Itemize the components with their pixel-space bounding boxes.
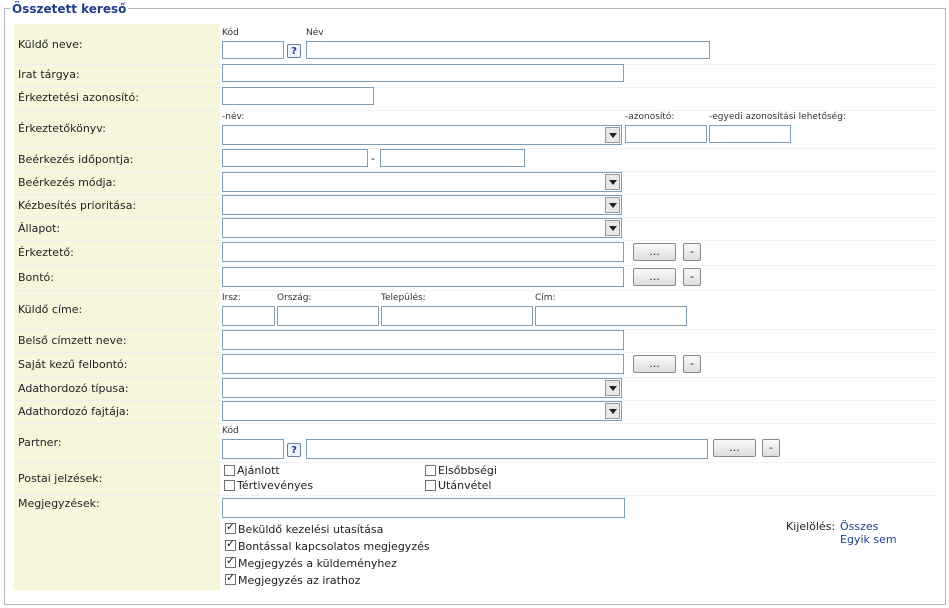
erkeztetokonyv-select[interactable] [222,125,622,145]
label-konyv-azonosito: -azonosító: [625,112,675,122]
chevron-down-icon[interactable] [605,380,620,396]
beerkezes-tol-input[interactable] [222,149,368,167]
utanvetel-checkbox[interactable] [425,480,436,491]
row-divider [14,290,935,291]
felbonto-clear-button[interactable]: - [683,355,701,373]
label-erkezteto: Érkeztető: [18,246,74,259]
sajat-kezu-felbonto-input[interactable] [222,354,624,374]
select-all-link[interactable]: Összes [840,520,878,533]
kuldo-nev-input[interactable] [306,41,710,59]
label-erkeztetesi-azonosito: Érkeztetési azonosító: [18,91,139,104]
bekuldo-checkbox[interactable] [225,520,236,534]
label-konyv-egyedi: -egyedi azonosítási lehetőség: [709,112,846,122]
label-partner-kod: Kód [222,426,239,436]
selection-label: Kijelölés: [786,520,836,533]
kuldo-help-button[interactable]: ? [287,44,301,58]
irathoz-label: Megjegyzés az irathoz [238,574,361,587]
chevron-down-icon[interactable] [605,174,620,190]
erkezteto-input[interactable] [222,242,624,262]
label-irsz: Irsz: [222,293,241,303]
chevron-down-icon[interactable] [605,220,620,236]
tertivevenyes-checkbox[interactable] [224,480,235,491]
label-telepules: Település: [381,293,426,303]
date-range-separator: - [371,152,375,165]
row-divider [14,352,935,353]
select-none-link[interactable]: Egyik sem [840,533,897,546]
label-allapot: Állapot: [18,222,61,235]
tertivevenyes-label: Tértivevényes [237,479,314,492]
allapot-select[interactable] [222,218,622,238]
erkeztetesi-azonosito-input[interactable] [222,87,374,105]
ajanlott-checkbox[interactable] [224,465,235,476]
chevron-down-icon[interactable] [605,127,620,143]
row-divider [14,240,935,241]
row-divider [14,423,935,424]
elsobbsegi-checkbox[interactable] [425,465,436,476]
cim-input[interactable] [535,306,687,326]
telepules-input[interactable] [381,306,533,326]
bekuldo-label: Beküldő kezelési utasítása [238,523,384,536]
row-divider [14,87,935,88]
partner-lookup-button[interactable]: ... [713,439,756,457]
chevron-down-icon[interactable] [605,197,620,213]
bontassal-label: Bontással kapcsolatos megjegyzés [238,540,430,553]
label-bonto: Bontó: [18,271,54,284]
utanvetel-label: Utánvétel [438,479,492,492]
label-orszag: Ország: [277,293,312,303]
label-cim: Cím: [535,293,556,303]
orszag-input[interactable] [277,306,379,326]
bonto-input[interactable] [222,267,624,287]
irathoz-checkbox[interactable] [225,571,236,585]
label-irat-targya: Irat tárgya: [18,68,80,81]
erkezteto-lookup-button[interactable]: ... [633,243,676,261]
label-partner: Partner: [18,436,62,449]
bonto-lookup-button[interactable]: ... [633,268,676,286]
partner-help-button[interactable]: ? [287,443,301,457]
adathordozo-tipusa-select[interactable] [222,378,622,398]
label-konyv-nev: -név: [222,112,245,122]
label-postai-jelzesek: Postai jelzések: [18,472,103,485]
elsobbsegi-label: Elsőbbségi [438,464,497,477]
chevron-down-icon[interactable] [605,403,620,419]
label-beerkezes-idopontja: Beérkezés időpontja: [18,153,134,166]
kezbesites-prioritasa-select[interactable] [222,195,622,215]
label-sajat-kezu-felbonto: Saját kezű felbontó: [18,358,128,371]
bontassal-checkbox[interactable] [225,537,236,551]
beerkezes-ig-input[interactable] [380,149,525,167]
row-divider [14,265,935,266]
row-divider [14,495,935,496]
label-kuldo-cime: Küldő címe: [18,303,83,316]
partner-nev-input[interactable] [306,439,708,459]
partner-clear-button[interactable]: - [762,439,780,457]
label-belso-cimzett-neve: Belső címzett neve: [18,334,127,347]
felbonto-lookup-button[interactable]: ... [633,355,676,373]
adathordozo-fajtaja-select[interactable] [222,401,622,421]
label-adathordozo-fajtaja: Adathordozó fajtája: [18,405,130,418]
kuldemenyhez-checkbox[interactable] [225,554,236,568]
panel-title: Összetett kereső [10,2,129,16]
konyv-azonosito-input[interactable] [625,125,707,143]
partner-kod-input[interactable] [222,439,284,459]
irat-targya-input[interactable] [222,64,624,82]
kuldo-kod-input[interactable] [222,41,284,59]
label-kuldo-neve: Küldő neve: [18,38,83,51]
label-erkeztetokonyv: Érkeztetőkönyv: [18,122,106,135]
irsz-input[interactable] [222,306,275,326]
belso-cimzett-input[interactable] [222,330,624,350]
beerkezes-modja-select[interactable] [222,172,622,192]
label-nev: Név [306,28,324,38]
bonto-clear-button[interactable]: - [683,268,701,286]
label-adathordozo-tipusa: Adathordozó típusa: [18,382,129,395]
label-megjegyzesek: Megjegyzések: [18,497,100,510]
konyv-egyedi-input[interactable] [709,125,791,143]
kuldemenyhez-label: Megjegyzés a küldeményhez [238,557,397,570]
erkezteto-clear-button[interactable]: - [683,243,701,261]
label-beerkezes-modja: Beérkezés módja: [18,176,117,189]
label-kezbesites-prioritasa: Kézbesítés prioritása: [18,199,137,212]
row-divider [14,462,935,463]
ajanlott-label: Ajánlott [237,464,280,477]
label-kod: Kód [222,28,239,38]
megjegyzesek-input[interactable] [222,498,625,518]
row-divider [14,110,935,111]
